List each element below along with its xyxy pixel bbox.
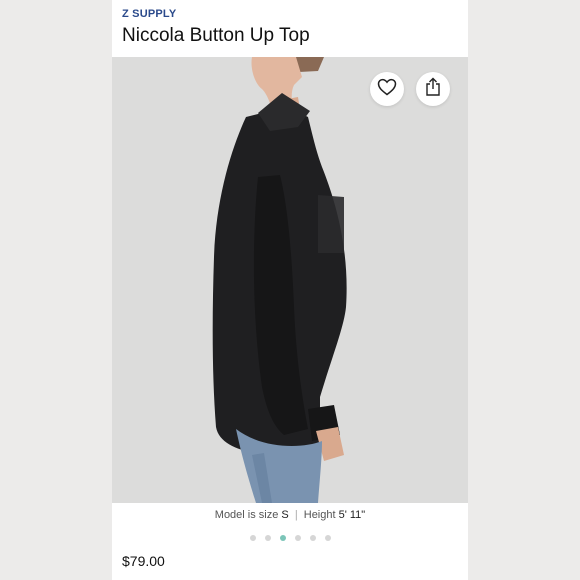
caption-prefix: Model is size — [214, 509, 279, 521]
favorite-button[interactable] — [370, 72, 404, 106]
carousel-dot[interactable] — [279, 535, 286, 541]
share-icon — [425, 77, 441, 102]
brand-name[interactable]: Z SUPPLY — [122, 8, 176, 20]
carousel-dot[interactable] — [324, 535, 331, 541]
carousel-dot[interactable] — [249, 535, 256, 541]
heart-icon — [377, 78, 397, 101]
carousel-dots — [112, 535, 468, 541]
caption-separator: | — [294, 509, 298, 521]
product-title: Niccola Button Up Top — [122, 25, 310, 46]
share-button[interactable] — [416, 72, 450, 106]
carousel-dot[interactable] — [294, 535, 301, 541]
model-image — [112, 57, 468, 503]
carousel-dot[interactable] — [264, 535, 271, 541]
height-value: 5' 11" — [338, 509, 366, 521]
model-size-caption: Model is size S | Height 5' 11" — [112, 509, 468, 521]
height-label: Height — [303, 509, 336, 521]
model-size: S — [281, 509, 289, 521]
product-photo[interactable] — [112, 57, 468, 503]
carousel-dot[interactable] — [309, 535, 316, 541]
product-card: Z SUPPLY Niccola Button Up Top Model is … — [112, 0, 468, 580]
product-price: $79.00 — [122, 553, 165, 569]
